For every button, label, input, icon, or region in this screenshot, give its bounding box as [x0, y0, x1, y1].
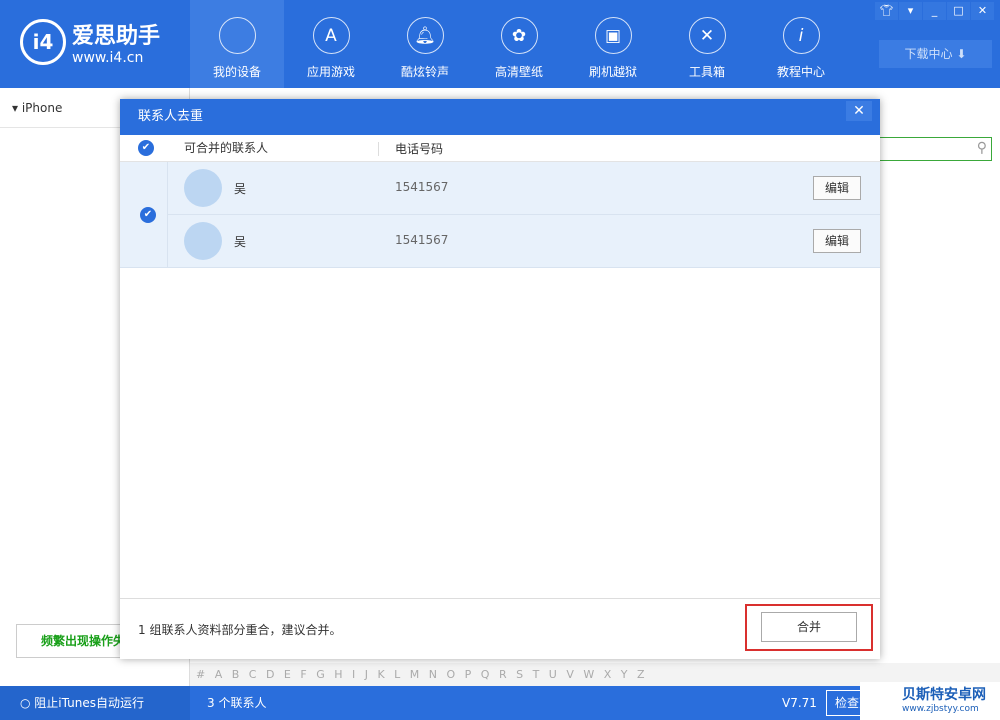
box-icon: ▣ [594, 17, 632, 54]
dialog-close-icon[interactable]: ✕ [846, 101, 872, 121]
avatar [184, 169, 222, 207]
nav-label: 酷炫铃声 [400, 65, 449, 79]
appstore-icon: A [312, 17, 350, 54]
contact-row: 吴 1541567 编辑 [167, 162, 880, 215]
contact-count: 3 个联系人 [207, 696, 267, 710]
device-name: iPhone [21, 101, 63, 115]
app-name: 爱思助手 [72, 24, 161, 49]
contact-row: 吴 1541567 编辑 [167, 215, 880, 268]
download-label: 下载中心 [904, 47, 953, 61]
info-icon: i [782, 17, 820, 54]
download-center-button[interactable]: 下载中心 ⬇ [879, 40, 992, 68]
dedupe-dialog: 联系人去重 ✕ ✔ 可合并的联系人 电话号码 ✔ 吴 1541567 编辑 吴 … [120, 99, 880, 659]
nav-label: 刷机越狱 [588, 65, 637, 79]
watermark-logo: 贝斯特安卓网 www.zjbstyy.com [860, 682, 1000, 720]
apple-icon [218, 17, 256, 54]
version: V7.71 [782, 696, 817, 710]
contact-name: 吴 [234, 235, 247, 249]
tools-icon: ✕ [688, 17, 726, 54]
skin-icon[interactable]: 👕︎ [875, 2, 898, 20]
edit-button[interactable]: 编辑 [813, 229, 861, 253]
dialog-footer: 1 组联系人资料部分重合，建议合并。 合并 [120, 598, 880, 659]
select-all-checkbox[interactable]: ✔ [138, 140, 154, 156]
bell-icon: 🔔︎ [406, 17, 444, 54]
close-icon[interactable]: ✕ [971, 2, 994, 20]
nav-tutorials[interactable]: i 教程中心 [754, 0, 848, 88]
dialog-title: 联系人去重 [120, 99, 880, 135]
flower-icon: ✿ [500, 17, 538, 54]
merge-button[interactable]: 合并 [761, 612, 857, 642]
nav-flash[interactable]: ▣ 刷机越狱 [566, 0, 660, 88]
nav-label: 我的设备 [212, 65, 261, 79]
nav-label: 工具箱 [688, 65, 725, 79]
search-icon: ⚲ [976, 140, 987, 156]
column-header: ✔ 可合并的联系人 电话号码 [120, 135, 880, 162]
nav-toolbox[interactable]: ✕ 工具箱 [660, 0, 754, 88]
window-controls: 👕︎ ▾ _ □ ✕ [874, 2, 994, 20]
merge-hint: 1 组联系人资料部分重合，建议合并。 [138, 623, 342, 637]
duplicate-group: ✔ 吴 1541567 编辑 吴 1541567 编辑 [120, 162, 880, 268]
contact-phone: 1541567 [395, 233, 449, 247]
block-itunes-toggle[interactable]: ○ 阻止iTunes自动运行 [0, 686, 190, 720]
nav-label: 教程中心 [776, 65, 825, 79]
nav-apps[interactable]: A 应用游戏 [284, 0, 378, 88]
maximize-icon[interactable]: □ [947, 2, 970, 20]
menu-icon[interactable]: ▾ [899, 2, 922, 20]
nav-wallpapers[interactable]: ✿ 高清壁纸 [472, 0, 566, 88]
minimize-icon[interactable]: _ [923, 2, 946, 20]
download-icon: ⬇ [956, 47, 967, 61]
main-nav: 我的设备 A 应用游戏 🔔︎ 酷炫铃声 ✿ 高清壁纸 ▣ 刷机越狱 ✕ 工具箱 i 教程中心 [190, 0, 848, 88]
col-phone: 电话号码 [378, 142, 443, 156]
contact-phone: 1541567 [395, 180, 449, 194]
edit-button[interactable]: 编辑 [813, 176, 861, 200]
nav-label: 应用游戏 [306, 65, 355, 79]
group-checkbox[interactable]: ✔ [140, 207, 156, 223]
app-logo: i4 爱思助手 www.i4.cn [20, 18, 160, 66]
avatar [184, 222, 222, 260]
nav-ringtones[interactable]: 🔔︎ 酷炫铃声 [378, 0, 472, 88]
contact-name: 吴 [234, 182, 247, 196]
itunes-label: 阻止iTunes自动运行 [34, 696, 144, 710]
top-bar: i4 爱思助手 www.i4.cn 我的设备 A 应用游戏 🔔︎ 酷炫铃声 ✿ 高清壁纸 … [0, 0, 1000, 88]
nav-label: 高清壁纸 [494, 65, 543, 79]
col-name: 可合并的联系人 [184, 141, 269, 155]
status-bar: ○ 阻止iTunes自动运行 3 个联系人 V7.71 检查更新 [0, 686, 1000, 720]
app-url: www.i4.cn [72, 50, 144, 66]
nav-my-device[interactable]: 我的设备 [190, 0, 284, 88]
